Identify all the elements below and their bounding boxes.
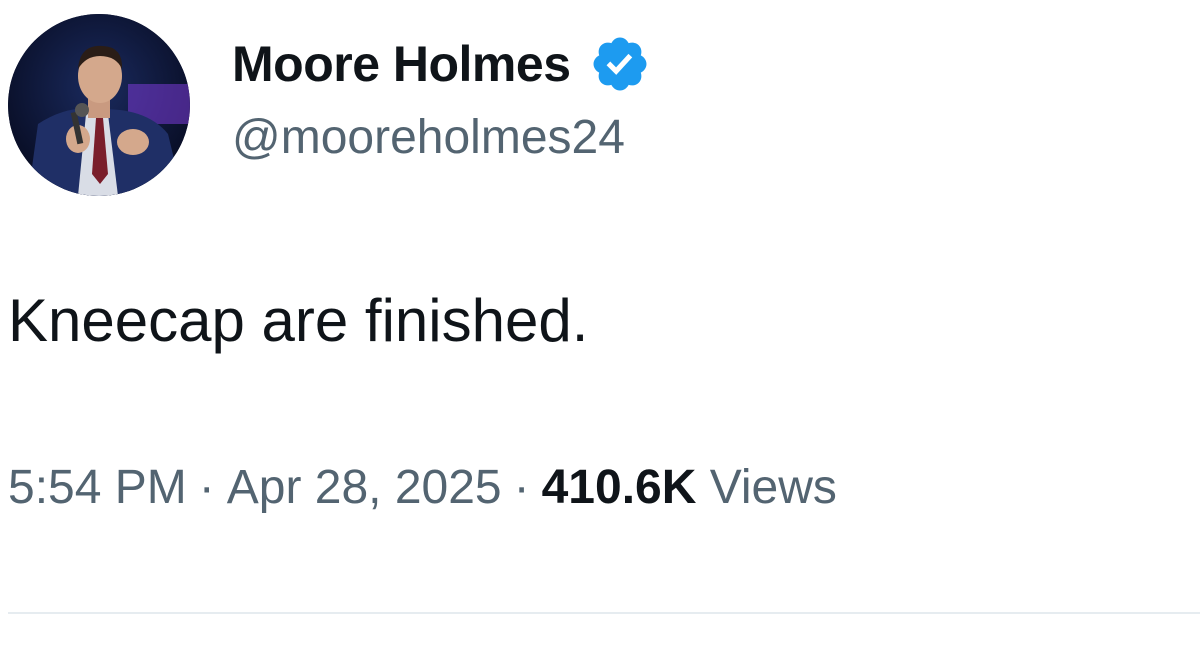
- divider: [8, 612, 1200, 614]
- views-label: Views: [709, 461, 837, 514]
- tweet-time[interactable]: 5:54 PM: [8, 461, 187, 514]
- verified-check-icon[interactable]: [589, 33, 651, 95]
- user-handle[interactable]: @mooreholmes24: [232, 114, 651, 162]
- meta-separator: ·: [198, 461, 215, 514]
- tweet-card: Moore Holmes @mooreholmes24 Kneecap are …: [0, 0, 1200, 669]
- tweet-meta: 5:54 PM · Apr 28, 2025 · 410.6K Views: [8, 461, 837, 515]
- author-info: Moore Holmes @mooreholmes24: [232, 32, 651, 162]
- avatar-image: [8, 14, 190, 196]
- tweet-date[interactable]: Apr 28, 2025: [227, 461, 502, 514]
- name-row: Moore Holmes: [232, 32, 651, 96]
- avatar[interactable]: [8, 14, 190, 196]
- tweet-text: Kneecap are finished.: [8, 287, 589, 354]
- meta-separator: ·: [513, 461, 530, 514]
- display-name[interactable]: Moore Holmes: [232, 39, 571, 89]
- views-count: 410.6K: [541, 461, 697, 514]
